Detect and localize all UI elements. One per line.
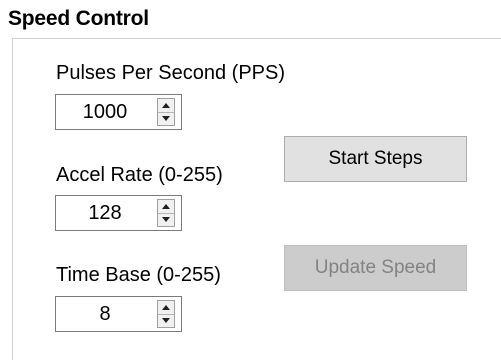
time-base-increment-button[interactable]	[158, 301, 174, 315]
pps-spinner[interactable]: 1000	[55, 94, 182, 130]
time-base-label: Time Base (0-255)	[56, 264, 221, 286]
start-steps-button[interactable]: Start Steps	[284, 136, 467, 182]
spin-up-arrow-icon	[162, 305, 170, 310]
accel-rate-value[interactable]: 128	[56, 196, 154, 230]
pps-value[interactable]: 1000	[56, 95, 154, 129]
time-base-spinner[interactable]: 8	[55, 296, 182, 332]
time-base-value[interactable]: 8	[56, 297, 154, 331]
time-base-decrement-button[interactable]	[158, 314, 174, 327]
accel-rate-spin-buttons	[157, 199, 175, 227]
pps-increment-button[interactable]	[158, 99, 174, 113]
spin-down-arrow-icon	[162, 116, 170, 121]
spin-up-arrow-icon	[162, 204, 170, 209]
pps-label: Pulses Per Second (PPS)	[56, 62, 285, 84]
spin-down-arrow-icon	[162, 318, 170, 323]
update-speed-button[interactable]: Update Speed	[284, 245, 467, 291]
pps-spin-buttons	[157, 98, 175, 126]
spin-up-arrow-icon	[162, 103, 170, 108]
accel-rate-decrement-button[interactable]	[158, 213, 174, 226]
accel-rate-increment-button[interactable]	[158, 200, 174, 214]
accel-rate-spinner[interactable]: 128	[55, 195, 182, 231]
group-title: Speed Control	[8, 7, 149, 30]
spin-down-arrow-icon	[162, 217, 170, 222]
speed-control-panel: Speed Control Pulses Per Second (PPS) 10…	[0, 0, 501, 360]
time-base-spin-buttons	[157, 300, 175, 328]
pps-decrement-button[interactable]	[158, 112, 174, 125]
accel-rate-label: Accel Rate (0-255)	[56, 164, 223, 186]
